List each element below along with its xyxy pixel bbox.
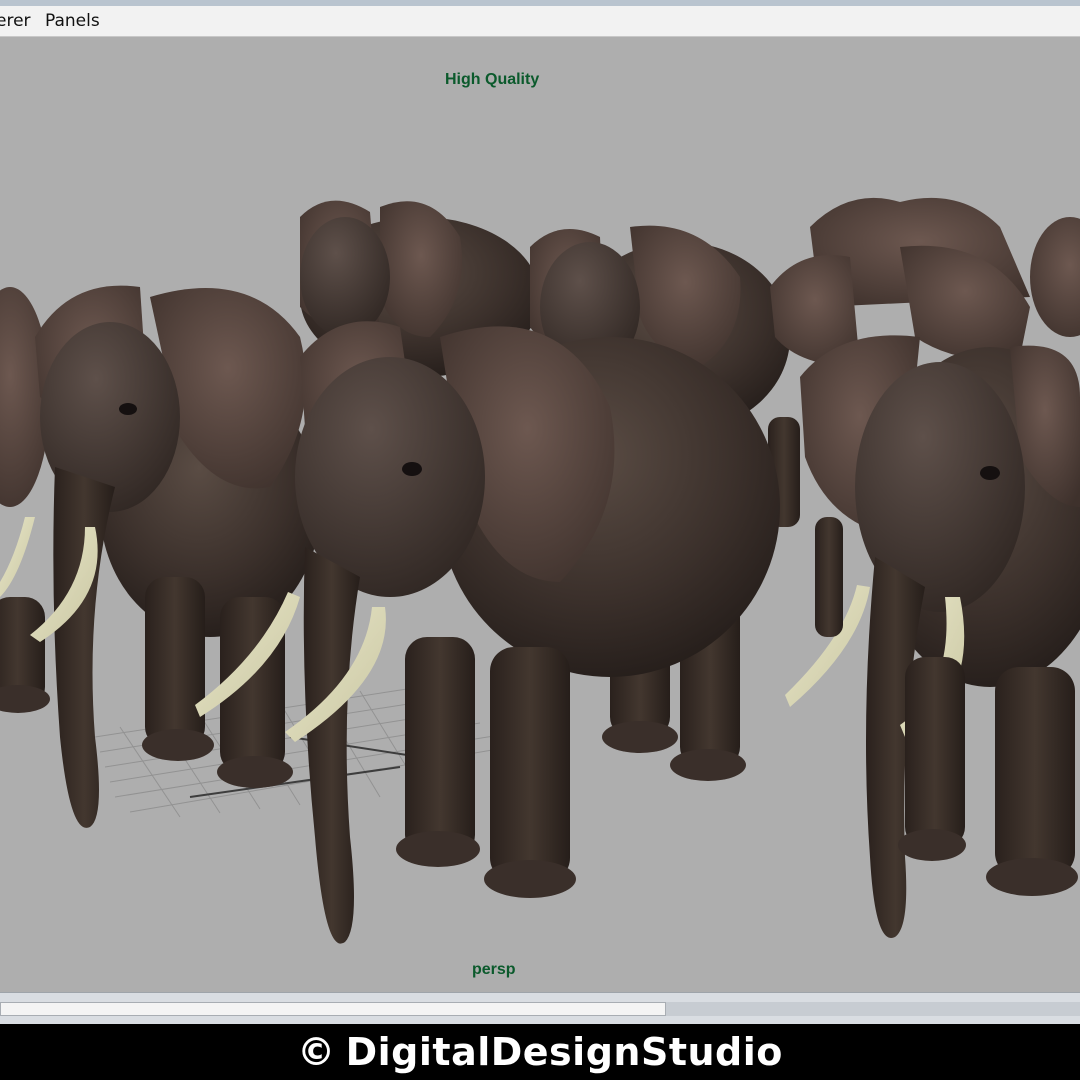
- scrollbar-thumb[interactable]: [0, 1002, 666, 1016]
- elephant-back-right: [770, 197, 1080, 367]
- elephant-herd-render: [0, 197, 1080, 944]
- watermark-text: DigitalDesignStudio: [345, 1030, 783, 1074]
- copyright-symbol: ©: [297, 1030, 336, 1074]
- elephant-right-front: [785, 335, 1080, 938]
- watermark-banner: © DigitalDesignStudio: [0, 1024, 1080, 1080]
- hud-quality-label: High Quality: [445, 71, 540, 88]
- elephant-left-front: [30, 285, 320, 828]
- menu-bar: erer Panels: [0, 6, 1080, 37]
- menu-renderer[interactable]: erer: [0, 11, 31, 31]
- menu-panels[interactable]: Panels: [45, 11, 100, 31]
- perspective-viewport[interactable]: High Quality persp: [0, 37, 1080, 992]
- viewport-bottom-frame: [0, 992, 1080, 1025]
- camera-name-label: persp: [472, 961, 516, 978]
